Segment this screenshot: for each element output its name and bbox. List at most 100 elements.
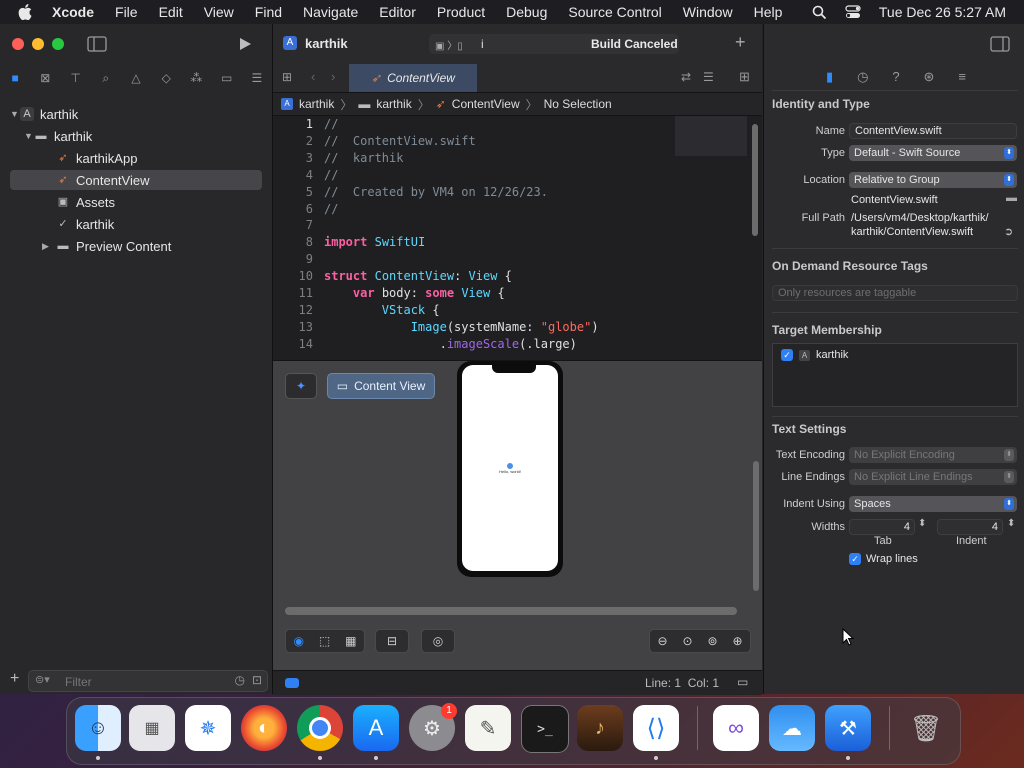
editor-vertical-scrollbar[interactable] — [752, 124, 758, 236]
source-control-icon[interactable]: ⊠ — [36, 71, 54, 85]
close-window-button[interactable] — [12, 38, 24, 50]
disclosure-open-icon[interactable]: ▼ — [24, 131, 34, 141]
safari-icon[interactable]: ✵ — [185, 705, 231, 751]
wrap-lines-row[interactable]: ✓ Wrap lines — [849, 553, 918, 565]
inspector-toggle-icon[interactable] — [990, 36, 1010, 52]
code-line[interactable]: import SwiftUI — [324, 235, 425, 249]
editor-options-icon[interactable]: ☰ — [703, 70, 714, 84]
run-icon[interactable] — [238, 37, 252, 51]
live-preview-icon[interactable]: ◉ — [293, 634, 303, 648]
menu-source-control[interactable]: Source Control — [568, 4, 661, 20]
canvas-horizontal-scrollbar[interactable] — [285, 607, 737, 615]
code-line[interactable]: var body: some View { — [324, 286, 505, 300]
pin-preview-button[interactable]: ✦ — [285, 373, 317, 399]
add-file-icon[interactable]: + — [10, 670, 19, 688]
tree-item-assets[interactable]: ▣ Assets — [10, 192, 262, 212]
minimap-viewport[interactable] — [675, 116, 747, 156]
weather-icon[interactable]: ☁ — [769, 705, 815, 751]
text-encoding-popup[interactable]: No Explicit Encoding ⬍ — [849, 447, 1017, 463]
zoom-in-icon[interactable]: ⊕ — [732, 634, 742, 648]
jump-bar-group[interactable]: karthik — [376, 97, 411, 111]
attributes-icon[interactable]: ≡ — [958, 69, 966, 85]
folder-icon[interactable]: ■ — [6, 71, 24, 85]
control-center-icon[interactable] — [845, 5, 861, 19]
minimap-toggle-icon[interactable]: ▭ — [737, 675, 748, 689]
reveal-in-finder-icon[interactable]: ➲ — [1004, 225, 1013, 238]
variants-icon[interactable]: ▦ — [345, 634, 356, 648]
back-chevron-icon[interactable]: ‹ — [311, 69, 315, 84]
filter-input[interactable] — [63, 674, 227, 690]
disclosure-closed-icon[interactable]: ▶ — [42, 241, 56, 252]
menu-help[interactable]: Help — [754, 4, 783, 20]
spotlight-search-icon[interactable] — [812, 5, 827, 20]
code-line[interactable]: struct ContentView: View { — [324, 269, 512, 283]
code-line[interactable]: .imageScale(.large) — [324, 337, 577, 351]
sidebar-toggle-icon[interactable] — [87, 36, 107, 52]
trash-icon[interactable]: 🗑 — [903, 705, 949, 751]
menu-debug[interactable]: Debug — [506, 4, 547, 20]
menu-find[interactable]: Find — [255, 4, 282, 20]
code-line[interactable]: // — [324, 117, 338, 131]
apple-menu-icon[interactable] — [18, 4, 32, 20]
test-diamond-icon[interactable]: ◇ — [157, 71, 175, 85]
history-icon[interactable]: ◷ — [857, 69, 868, 85]
breakpoint-icon[interactable]: ▭ — [218, 71, 236, 85]
menu-navigate[interactable]: Navigate — [303, 4, 358, 20]
debug-spray-icon[interactable]: ⁂ — [187, 71, 205, 85]
code-line[interactable]: // ContentView.swift — [324, 134, 476, 148]
scheme-icon[interactable]: ▣ 〉▯ — [435, 37, 463, 52]
tree-item-group[interactable]: ▼ ▬ karthik — [10, 126, 262, 146]
chrome-icon[interactable] — [297, 705, 343, 751]
symbol-hierarchy-icon[interactable]: ⊤ — [67, 71, 85, 85]
grid-icon[interactable]: ⊞ — [282, 70, 292, 84]
vscode-icon[interactable]: ⟨⟩ — [633, 705, 679, 751]
xcode-icon[interactable]: ⚒ — [825, 705, 871, 751]
disclosure-open-icon[interactable]: ▼ — [10, 109, 20, 119]
menu-edit[interactable]: Edit — [159, 4, 183, 20]
filter-field[interactable]: ⊜▾ ◷ ⊡ — [28, 670, 268, 692]
zoom-fit-icon[interactable]: ⊚ — [707, 634, 717, 648]
source-editor[interactable]: 1 // 2 // ContentView.swift 3 // karthik 4 // 5 /… — [273, 116, 749, 360]
source-control-filter-icon[interactable]: ⊡ — [252, 673, 262, 687]
device-settings-button[interactable]: ⊟ — [375, 629, 409, 653]
file-inspector-icon[interactable]: ▮ — [826, 69, 833, 85]
menu-clock[interactable]: Tue Dec 26 5:27 AM — [879, 4, 1006, 20]
selectable-preview-icon[interactable]: ⬚ — [319, 634, 330, 648]
tab-contentview[interactable]: ➶ ContentView — [349, 64, 477, 92]
type-popup[interactable]: Default - Swift Source ⬍ — [849, 145, 1017, 161]
tree-item-entitlements[interactable]: ✓ karthik — [10, 214, 262, 234]
terminal-icon[interactable]: >_ — [521, 705, 569, 753]
wrap-lines-checkbox[interactable]: ✓ — [849, 553, 861, 565]
run-destination[interactable]: i — [481, 37, 484, 51]
menu-product[interactable]: Product — [437, 4, 485, 20]
zoom-actual-icon[interactable]: ⊙ — [682, 634, 692, 648]
warning-icon[interactable]: △ — [127, 71, 145, 85]
forward-chevron-icon[interactable]: › — [331, 69, 335, 84]
device-preview[interactable]: Hello, world! — [457, 361, 563, 577]
split-editor-icon[interactable]: ⊞ — [739, 69, 750, 85]
indent-using-popup[interactable]: Spaces ⬍ — [849, 496, 1017, 512]
filter-options-icon[interactable]: ⊜▾ — [35, 673, 50, 686]
code-line[interactable]: // karthik — [324, 151, 403, 165]
tab-width-stepper-icon[interactable]: ⬍ — [918, 518, 926, 529]
location-popup[interactable]: Relative to Group ⬍ — [849, 172, 1017, 188]
report-icon[interactable]: ☰ — [248, 71, 266, 85]
canvas-vertical-scrollbar[interactable] — [753, 461, 759, 591]
tree-item-project[interactable]: ▼ A karthik — [10, 104, 262, 124]
code-line[interactable]: // Created by VM4 on 12/26/23. — [324, 185, 548, 199]
launchpad-icon[interactable]: ▦ — [129, 705, 175, 751]
target-checkbox[interactable]: ✓ — [781, 349, 793, 361]
quick-help-icon[interactable]: ? — [892, 69, 899, 85]
app-store-icon[interactable]: A — [353, 705, 399, 751]
tree-item-contentview[interactable]: ➶ ContentView — [10, 170, 262, 190]
textedit-icon[interactable]: ✎ — [465, 705, 511, 751]
code-line[interactable]: Image(systemName: "globe") — [324, 320, 599, 334]
menu-editor[interactable]: Editor — [379, 4, 416, 20]
debug-area-toggle-icon[interactable] — [285, 678, 299, 688]
jump-bar-file[interactable]: ContentView — [452, 97, 520, 111]
visual-studio-icon[interactable]: ∞ — [713, 705, 759, 751]
preview-content-view-button[interactable]: ▭ Content View — [327, 373, 435, 399]
zoom-out-icon[interactable]: ⊖ — [657, 634, 667, 648]
find-icon[interactable]: ⌕ — [97, 71, 115, 86]
finder-icon[interactable]: ☺ — [75, 705, 121, 751]
